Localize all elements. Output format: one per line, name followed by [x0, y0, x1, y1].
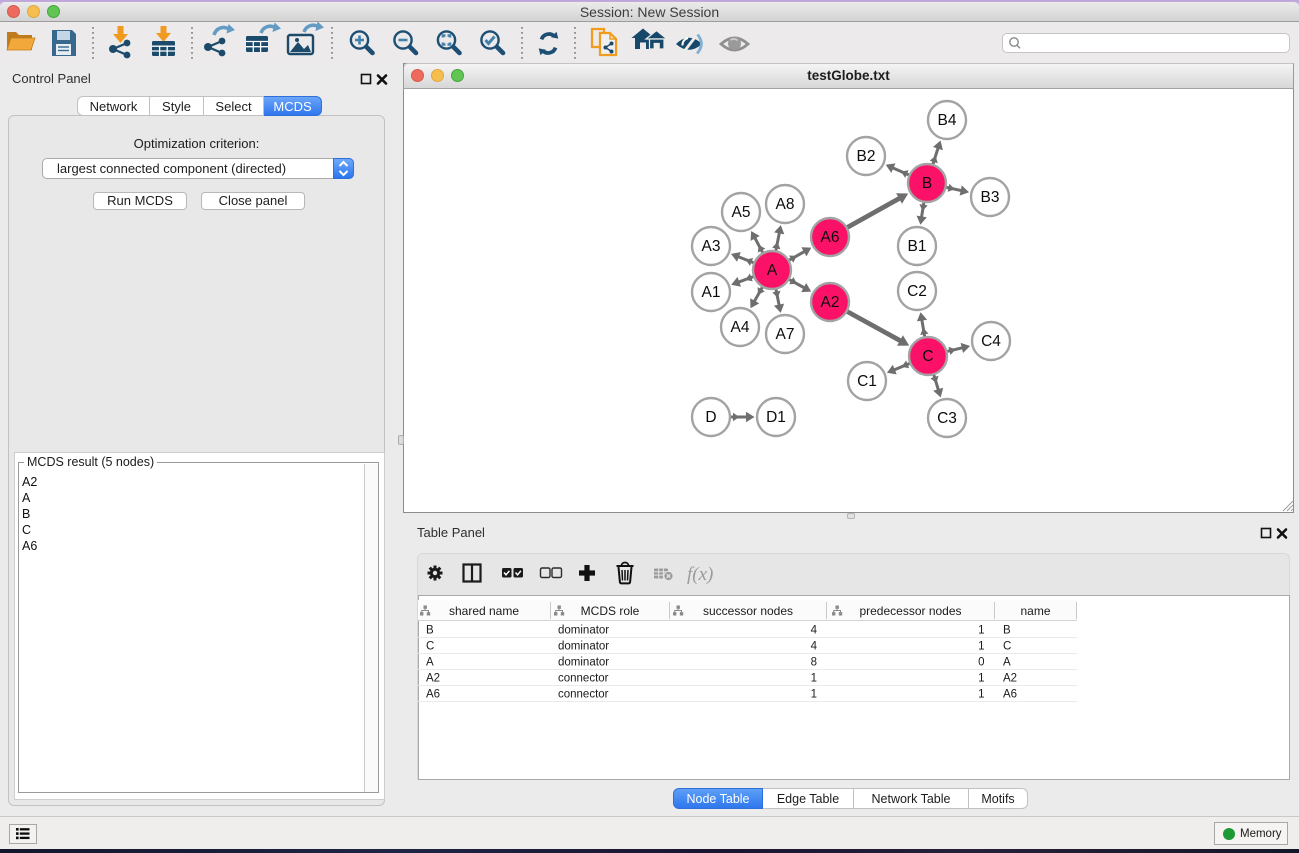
svg-text:dominator: dominator — [558, 625, 609, 637]
svg-text:4: 4 — [811, 641, 818, 653]
svg-text:1: 1 — [811, 689, 817, 701]
svg-text:MCDS role: MCDS role — [581, 604, 640, 618]
svg-text:B: B — [1003, 625, 1011, 637]
svg-text:B2: B2 — [857, 148, 876, 165]
svg-text:1: 1 — [978, 689, 984, 701]
svg-text:A6: A6 — [426, 689, 440, 701]
svg-text:A1: A1 — [702, 284, 721, 301]
svg-text:B4: B4 — [938, 112, 957, 129]
svg-text:C2: C2 — [907, 283, 927, 300]
svg-text:B: B — [426, 625, 434, 637]
svg-text:dominator: dominator — [558, 641, 609, 653]
svg-text:D: D — [705, 409, 716, 426]
svg-text:dominator: dominator — [558, 657, 609, 669]
svg-text:A: A — [767, 262, 778, 279]
svg-text:f(x): f(x) — [687, 564, 713, 585]
svg-text:C4: C4 — [981, 333, 1001, 350]
svg-text:A2: A2 — [426, 673, 440, 685]
svg-text:A2: A2 — [821, 294, 840, 311]
svg-text:B1: B1 — [908, 238, 927, 255]
svg-text:connector: connector — [558, 689, 609, 701]
svg-text:A5: A5 — [732, 204, 751, 221]
svg-text:successor nodes: successor nodes — [703, 604, 793, 618]
svg-text:C: C — [1003, 641, 1011, 653]
svg-text:A6: A6 — [1003, 689, 1017, 701]
svg-text:1: 1 — [978, 673, 984, 685]
svg-text:1: 1 — [978, 641, 984, 653]
svg-text:C1: C1 — [857, 373, 877, 390]
svg-text:C: C — [426, 641, 434, 653]
svg-text:C3: C3 — [937, 410, 957, 427]
svg-text:A2: A2 — [1003, 673, 1017, 685]
svg-text:4: 4 — [811, 625, 818, 637]
svg-text:A3: A3 — [702, 238, 721, 255]
svg-text:D1: D1 — [766, 409, 786, 426]
svg-text:C: C — [922, 348, 933, 365]
svg-text:B3: B3 — [981, 189, 1000, 206]
svg-text:A6: A6 — [821, 229, 840, 246]
svg-text:predecessor nodes: predecessor nodes — [859, 604, 961, 618]
svg-text:1: 1 — [811, 673, 817, 685]
svg-text:A4: A4 — [731, 319, 750, 336]
svg-text:1: 1 — [978, 625, 984, 637]
svg-text:connector: connector — [558, 673, 609, 685]
svg-text:A: A — [426, 657, 434, 669]
svg-text:A: A — [1003, 657, 1011, 669]
svg-text:A8: A8 — [776, 196, 795, 213]
svg-text:8: 8 — [811, 657, 817, 669]
svg-text:0: 0 — [978, 657, 984, 669]
svg-text:A7: A7 — [776, 326, 795, 343]
svg-text:shared name: shared name — [449, 604, 519, 618]
svg-text:name: name — [1020, 604, 1050, 618]
svg-text:B: B — [922, 175, 932, 192]
